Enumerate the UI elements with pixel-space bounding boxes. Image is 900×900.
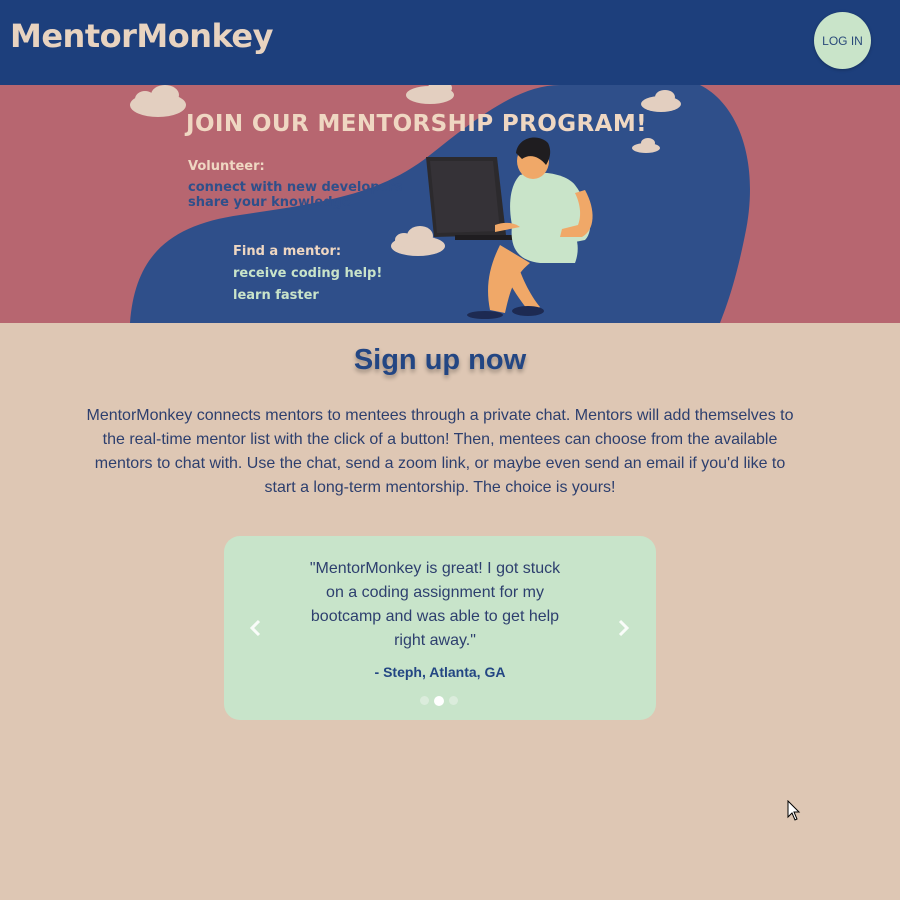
testimonial-carousel: "MentorMonkey is great! I got stuck on a… — [224, 536, 656, 720]
chevron-left-icon[interactable] — [246, 616, 266, 640]
banner-title: JOIN OUR MENTORSHIP PROGRAM! — [186, 111, 647, 137]
carousel-indicators — [420, 695, 458, 706]
testimonial-author: - Steph, Atlanta, GA — [374, 664, 506, 680]
carousel-dot-3[interactable] — [449, 696, 458, 705]
chevron-right-icon[interactable] — [613, 616, 633, 640]
volunteer-heading: Volunteer: — [188, 159, 265, 174]
testimonial-quote: "MentorMonkey is great! I got stuck on a… — [309, 560, 561, 649]
mentor-line: receive coding help! — [233, 266, 383, 281]
mouse-cursor-icon — [787, 799, 801, 827]
signup-title: Sign up now — [353, 344, 527, 376]
cloud-icon — [406, 85, 454, 104]
carousel-dot-2[interactable] — [434, 695, 444, 706]
carousel-dot-1[interactable] — [420, 696, 429, 705]
mentor-line: learn faster — [233, 288, 319, 303]
volunteer-line: connect with new developers — [188, 180, 403, 195]
hero-banner: JOIN OUR MENTORSHIP PROGRAM! Volunteer: … — [0, 85, 900, 323]
brand-logo[interactable]: MentorMonkey — [10, 17, 273, 55]
intro-paragraph: MentorMonkey connects mentors to mentees… — [86, 407, 794, 496]
cloud-icon — [130, 85, 186, 117]
top-navbar: MentorMonkey LOG IN — [0, 0, 900, 85]
mentor-heading: Find a mentor: — [233, 244, 342, 259]
volunteer-line: share your knowledge — [188, 195, 351, 210]
login-button[interactable]: LOG IN — [814, 12, 871, 69]
